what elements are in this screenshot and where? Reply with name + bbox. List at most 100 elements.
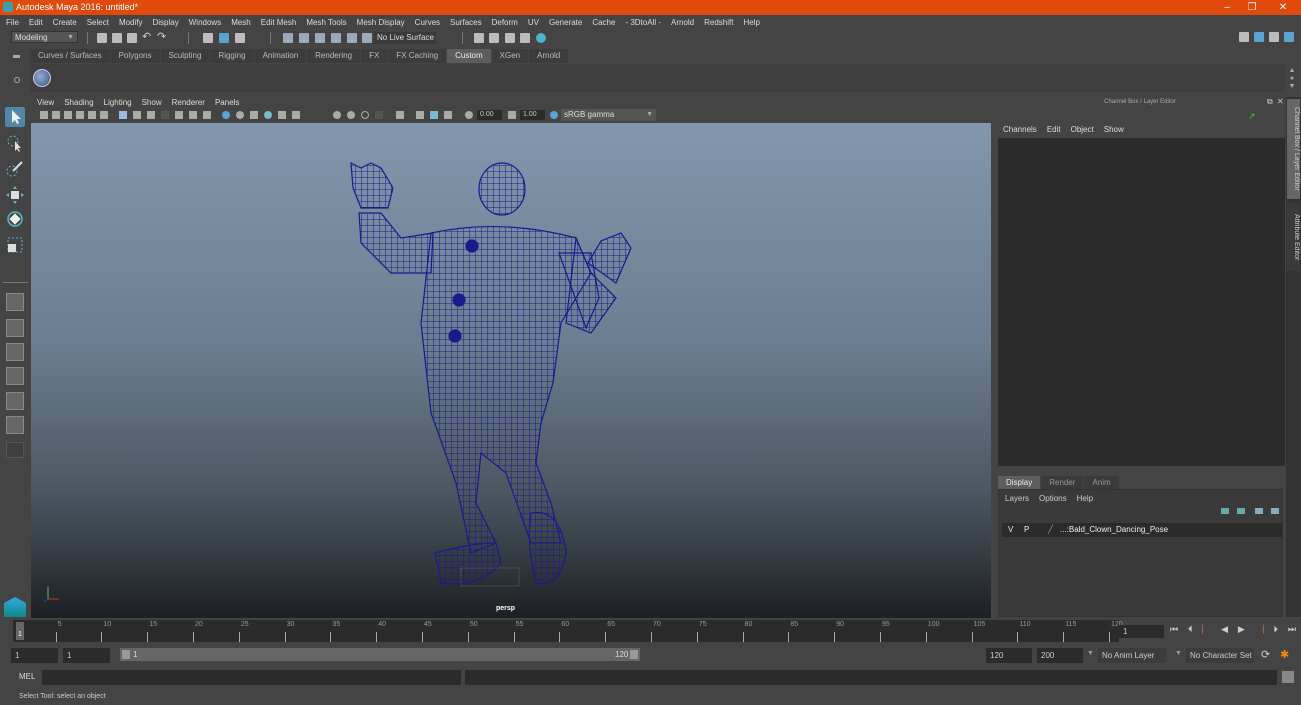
xray-joints-icon[interactable]: [444, 111, 452, 119]
viewport-menu-lighting[interactable]: Lighting: [104, 98, 132, 107]
menu-mesh-tools[interactable]: Mesh Tools: [306, 18, 346, 27]
shelf-tab-xgen[interactable]: XGen: [491, 49, 529, 63]
attribute-editor-toggle-icon[interactable]: [1254, 32, 1264, 42]
character-set-dropdown[interactable]: No Character Set: [1186, 648, 1254, 663]
live-surface-field[interactable]: No Live Surface: [374, 32, 436, 44]
go-to-start-icon[interactable]: ⏮: [1170, 624, 1178, 638]
menu-edit[interactable]: Edit: [29, 18, 43, 27]
resolution-gate-icon[interactable]: [147, 111, 155, 119]
exposure-field[interactable]: 0.00: [477, 110, 502, 120]
layer-tab-anim[interactable]: Anim: [1084, 476, 1119, 489]
modeling-toolkit-icon[interactable]: [1239, 32, 1249, 42]
float-panel-icon[interactable]: ⧉: [1267, 97, 1273, 107]
menu-create[interactable]: Create: [53, 18, 77, 27]
four-pane-layout-icon[interactable]: [6, 319, 24, 337]
menu-generate[interactable]: Generate: [549, 18, 582, 27]
character-set-dropdown-arrow[interactable]: ▼: [1175, 650, 1182, 657]
smooth-shade-icon[interactable]: [236, 111, 244, 119]
menu-curves[interactable]: Curves: [415, 18, 440, 27]
viewport-menu-show[interactable]: Show: [142, 98, 162, 107]
persp-graph-layout-icon[interactable]: [6, 416, 24, 434]
select-component-icon[interactable]: [235, 33, 245, 43]
menuset-dropdown[interactable]: Modeling ▼: [11, 31, 78, 43]
xray-active-components-icon[interactable]: [430, 111, 438, 119]
new-scene-icon[interactable]: [97, 33, 107, 43]
menu-edit-mesh[interactable]: Edit Mesh: [261, 18, 297, 27]
step-back-key-icon[interactable]: ⏴: [1188, 624, 1193, 638]
menu-windows[interactable]: Windows: [189, 18, 221, 27]
checkmark-shelf-icon[interactable]: [33, 69, 51, 87]
shelf-scroll[interactable]: ▲ ● ▼: [1288, 67, 1296, 91]
safe-title-icon[interactable]: [203, 111, 211, 119]
move-tool-icon[interactable]: [5, 185, 25, 205]
step-back-frame-icon[interactable]: ⎸: [1202, 624, 1211, 638]
2d-pan-zoom-icon[interactable]: [88, 111, 96, 119]
outliner-persp-layout-icon[interactable]: [6, 392, 24, 410]
layer-playback-toggle[interactable]: P: [1024, 523, 1029, 537]
animation-start-field[interactable]: 1: [11, 648, 58, 663]
close-button[interactable]: ✕: [1268, 0, 1298, 15]
layer-tab-render[interactable]: Render: [1041, 476, 1084, 489]
grid-icon[interactable]: [119, 111, 127, 119]
menu-select[interactable]: Select: [87, 18, 109, 27]
bookmark-icon[interactable]: [64, 111, 72, 119]
motion-blur-icon[interactable]: [347, 111, 355, 119]
current-frame-field[interactable]: 1: [1119, 625, 1164, 638]
snap-surface-icon[interactable]: [347, 33, 357, 43]
shelf-tab-fx[interactable]: FX: [361, 49, 388, 63]
select-tool-icon[interactable]: [5, 107, 25, 127]
channel-box-menu-channels[interactable]: Channels: [1003, 125, 1037, 134]
menu-mesh[interactable]: Mesh: [231, 18, 251, 27]
new-layer-from-selected-icon[interactable]: [1271, 508, 1279, 514]
custom-layout-icon[interactable]: [6, 442, 24, 458]
render-settings-icon[interactable]: [520, 33, 530, 43]
select-object-icon[interactable]: [219, 33, 229, 43]
layer-editor-menu-help[interactable]: Help: [1077, 494, 1093, 503]
manipulator-icon[interactable]: ↗: [1248, 111, 1256, 122]
auto-key-icon[interactable]: ⟳: [1261, 648, 1270, 661]
gamma-field[interactable]: 1.00: [520, 110, 545, 120]
anti-aliasing-icon[interactable]: [361, 111, 369, 119]
undo-icon[interactable]: ↶: [142, 30, 152, 43]
viewport-menu-shading[interactable]: Shading: [64, 98, 93, 107]
playback-start-field[interactable]: 1: [63, 648, 110, 663]
rotate-tool-icon[interactable]: [5, 209, 25, 229]
channel-box-toggle-icon[interactable]: [1284, 32, 1294, 42]
shadows-icon[interactable]: [292, 111, 300, 119]
select-hierarchy-icon[interactable]: [203, 33, 213, 43]
layer-editor-menu-layers[interactable]: Layers: [1005, 494, 1029, 503]
move-layer-up-icon[interactable]: [1221, 508, 1229, 514]
camera-attributes-icon[interactable]: [52, 111, 60, 119]
shelf-tab-fx-caching[interactable]: FX Caching: [388, 49, 447, 63]
isolate-select-icon[interactable]: [396, 111, 404, 119]
play-forwards-icon[interactable]: ▶: [1238, 624, 1245, 638]
menu-file[interactable]: File: [6, 18, 19, 27]
shelf-tab-rendering[interactable]: Rendering: [307, 49, 361, 63]
ipr-render-icon[interactable]: [505, 33, 515, 43]
snap-grid-icon[interactable]: [283, 33, 293, 43]
exposure-icon[interactable]: [465, 111, 473, 119]
menu-mesh-display[interactable]: Mesh Display: [357, 18, 405, 27]
shelf-tab-rigging[interactable]: Rigging: [210, 49, 254, 63]
layer-color-icon[interactable]: ╱: [1048, 523, 1053, 537]
snap-point-icon[interactable]: [315, 33, 325, 43]
single-pane-layout-icon[interactable]: [6, 293, 24, 311]
menu-3dtoall[interactable]: - 3DtoAll -: [625, 18, 661, 27]
textured-icon[interactable]: [264, 111, 272, 119]
shelf-tab-polygons[interactable]: Polygons: [110, 49, 160, 63]
layer-row[interactable]: V P ╱ ...:Bald_Clown_Dancing_Pose: [1002, 523, 1282, 537]
move-layer-down-icon[interactable]: [1237, 508, 1245, 514]
anim-layer-dropdown[interactable]: No Anim Layer: [1098, 648, 1166, 663]
menu-cache[interactable]: Cache: [592, 18, 615, 27]
viewport-menu-renderer[interactable]: Renderer: [172, 98, 205, 107]
viewport-menu-view[interactable]: View: [37, 98, 54, 107]
play-backwards-icon[interactable]: ◀: [1221, 624, 1228, 638]
two-pane-stacked-layout-icon[interactable]: [6, 367, 24, 385]
menu-surfaces[interactable]: Surfaces: [450, 18, 482, 27]
two-pane-side-layout-icon[interactable]: [6, 343, 24, 361]
use-all-lights-icon[interactable]: [278, 111, 286, 119]
viewport-persp[interactable]: persp: [31, 123, 991, 618]
restore-button[interactable]: ❐: [1237, 0, 1267, 15]
layer-tab-display[interactable]: Display: [998, 476, 1041, 489]
menu-deform[interactable]: Deform: [492, 18, 518, 27]
